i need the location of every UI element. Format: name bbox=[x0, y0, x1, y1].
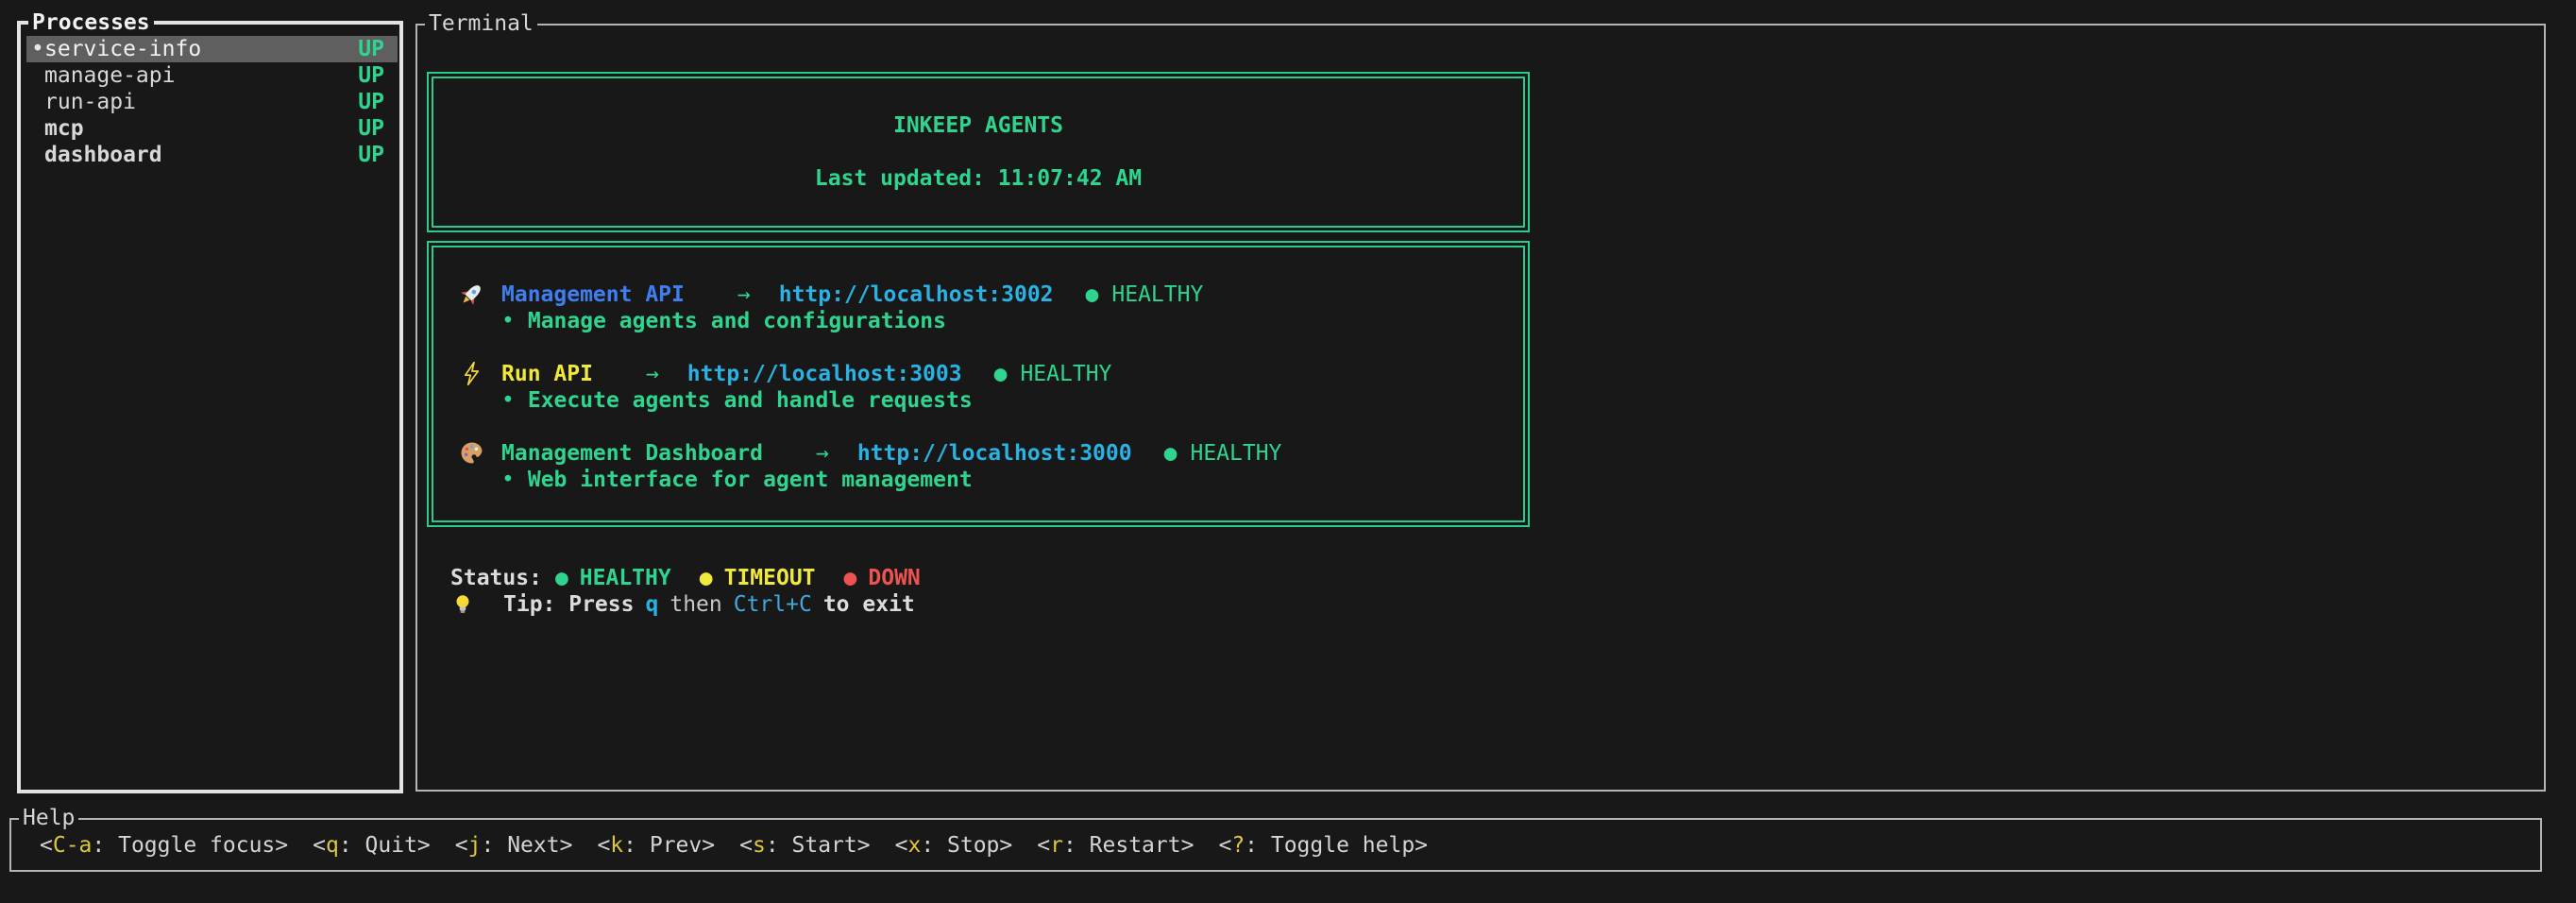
bullet-icon: • bbox=[501, 468, 515, 492]
services-box: Management API → http://localhost:3002 ● HEA… bbox=[427, 241, 1530, 527]
service-row-run-api: Run API → http://localhost:3003 ● HEALTHY bbox=[459, 361, 1523, 387]
process-list: • service-info UP manage-api UP run-api … bbox=[21, 25, 399, 168]
process-name: dashboard bbox=[44, 142, 358, 168]
process-row-mcp[interactable]: mcp UP bbox=[26, 115, 398, 142]
service-row-management-dashboard: Management Dashboard → http://localhost:30… bbox=[459, 440, 1523, 467]
healthy-dot-icon: ● bbox=[555, 566, 568, 590]
arrow-icon: → bbox=[737, 282, 751, 307]
arrow-icon: → bbox=[816, 441, 829, 466]
keybind-next: <j: Next> bbox=[455, 832, 573, 859]
service-name: Run API bbox=[501, 362, 593, 386]
tip-key-q: q bbox=[645, 592, 658, 617]
app-banner-title: INKEEP AGENTS bbox=[433, 112, 1523, 139]
spacer bbox=[459, 414, 1523, 440]
keybind-prev: <k: Prev> bbox=[597, 832, 715, 859]
arrow-icon: → bbox=[646, 362, 659, 386]
service-name: Management API bbox=[501, 282, 685, 307]
service-description: Manage agents and configurations bbox=[528, 309, 946, 333]
status-legend: Status: ● HEALTHY ● TIMEOUT ● DOWN bbox=[450, 565, 921, 591]
service-row-management-api: Management API → http://localhost:3002 ● HEA… bbox=[459, 281, 1523, 308]
legend-timeout-label: TIMEOUT bbox=[724, 566, 816, 590]
lightning-icon bbox=[459, 361, 501, 388]
help-panel: Help <C-a: Toggle focus> <q: Quit> <j: N… bbox=[9, 818, 2542, 872]
service-health-status: HEALTHY bbox=[1020, 362, 1111, 386]
service-url[interactable]: http://localhost:3000 bbox=[857, 441, 1132, 466]
tip-middle: then bbox=[669, 592, 721, 617]
process-row-manage-api[interactable]: manage-api UP bbox=[26, 62, 398, 89]
spacer bbox=[459, 334, 1523, 361]
health-dot-icon: ● bbox=[1164, 441, 1178, 466]
health-dot-icon: ● bbox=[994, 362, 1008, 386]
service-description-row: • Execute agents and handle requests bbox=[501, 387, 1523, 414]
legend-healthy-label: HEALTHY bbox=[580, 566, 671, 590]
service-description: Execute agents and handle requests bbox=[528, 388, 973, 413]
process-row-dashboard[interactable]: dashboard UP bbox=[26, 142, 398, 168]
process-row-service-info[interactable]: • service-info UP bbox=[26, 36, 398, 62]
lightbulb-icon bbox=[450, 592, 492, 619]
bullet-icon: • bbox=[501, 309, 515, 333]
service-description-row: • Manage agents and configurations bbox=[501, 308, 1523, 334]
status-label: Status: bbox=[450, 566, 542, 590]
keybind-start: <s: Start> bbox=[739, 832, 871, 859]
tip-key-ctrl-c: Ctrl+C bbox=[734, 592, 812, 617]
selection-bullet: • bbox=[31, 36, 44, 62]
process-status-badge: UP bbox=[358, 36, 384, 62]
app-background: { "colors": { "background": "#181818", "… bbox=[0, 0, 2576, 903]
status-block: Status: ● HEALTHY ● TIMEOUT ● DOWN Tip: Press q… bbox=[450, 565, 921, 618]
process-status-badge: UP bbox=[358, 115, 384, 142]
service-health-status: HEALTHY bbox=[1111, 282, 1203, 307]
tip-line: Tip: Press qthen Ctrl+C to exit bbox=[450, 591, 921, 618]
process-row-run-api[interactable]: run-api UP bbox=[26, 89, 398, 115]
keybind-stop: <x: Stop> bbox=[895, 832, 1013, 859]
keybind-toggle-focus: <C-a: Toggle focus> bbox=[40, 832, 288, 859]
terminal-panel[interactable]: Terminal INKEEP AGENTS Last updated: 11:… bbox=[415, 24, 2546, 792]
processes-panel-title: Processes bbox=[28, 9, 154, 36]
service-description: Web interface for agent management bbox=[528, 468, 973, 492]
service-description-row: • Web interface for agent management bbox=[501, 467, 1523, 493]
tip-suffix: to exit bbox=[823, 592, 915, 617]
palette-icon bbox=[459, 440, 501, 468]
service-url[interactable]: http://localhost:3002 bbox=[779, 282, 1054, 307]
process-name: manage-api bbox=[44, 62, 358, 89]
bullet-icon: • bbox=[501, 388, 515, 413]
down-dot-icon: ● bbox=[844, 566, 857, 590]
agents-header-box: INKEEP AGENTS Last updated: 11:07:42 AM bbox=[427, 72, 1530, 232]
help-panel-title: Help bbox=[19, 805, 78, 831]
spacer bbox=[459, 255, 1523, 281]
process-status-badge: UP bbox=[358, 62, 384, 89]
process-status-badge: UP bbox=[358, 89, 384, 115]
service-url[interactable]: http://localhost:3003 bbox=[687, 362, 962, 386]
process-status-badge: UP bbox=[358, 142, 384, 168]
spacer bbox=[433, 139, 1523, 165]
keybind-quit: <q: Quit> bbox=[313, 832, 431, 859]
service-health-status: HEALTHY bbox=[1190, 441, 1281, 466]
rocket-icon bbox=[459, 281, 501, 309]
legend-down-label: DOWN bbox=[868, 566, 920, 590]
processes-panel[interactable]: Processes • service-info UP manage-api U… bbox=[17, 21, 403, 793]
keybind-toggle-help: <?: Toggle help> bbox=[1218, 832, 1428, 859]
timeout-dot-icon: ● bbox=[700, 566, 713, 590]
health-dot-icon: ● bbox=[1086, 282, 1099, 307]
last-updated-text: Last updated: 11:07:42 AM bbox=[433, 165, 1523, 192]
process-name: run-api bbox=[44, 89, 358, 115]
process-name: service-info bbox=[44, 36, 358, 62]
service-name: Management Dashboard bbox=[501, 441, 763, 466]
tip-prefix: Tip: Press bbox=[503, 592, 634, 617]
keybind-restart: <r: Restart> bbox=[1037, 832, 1194, 859]
terminal-panel-title: Terminal bbox=[425, 10, 537, 37]
process-name: mcp bbox=[44, 115, 358, 142]
